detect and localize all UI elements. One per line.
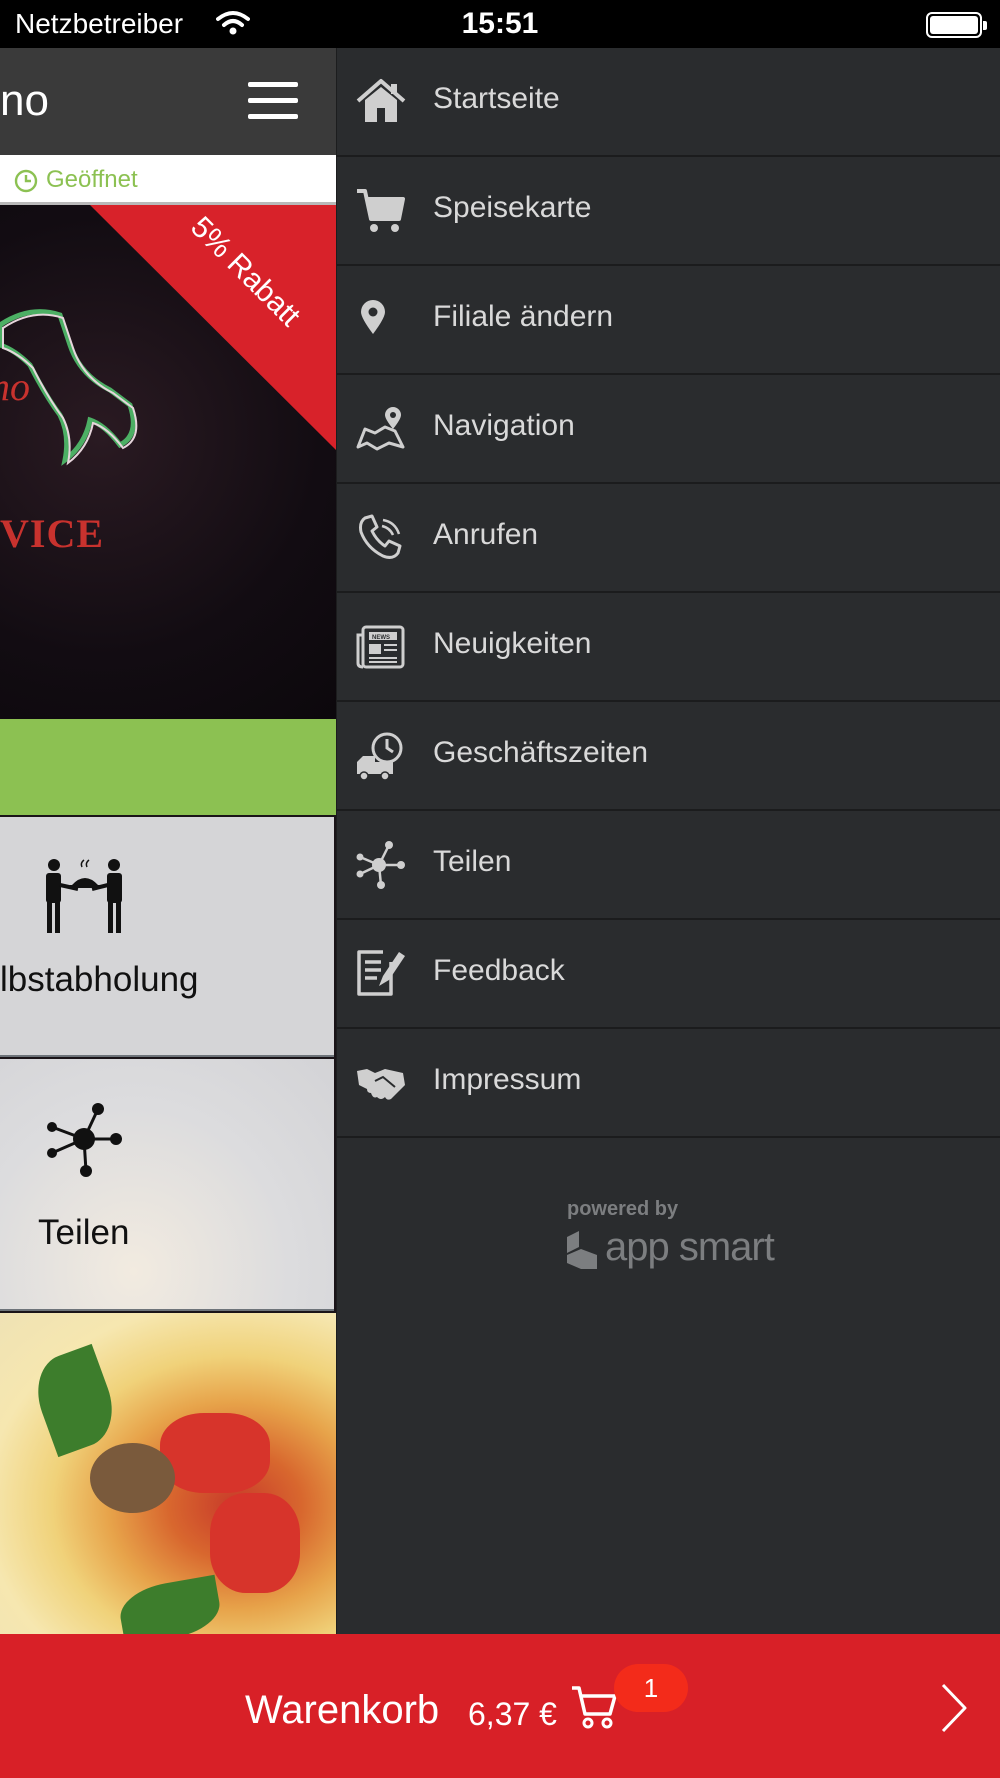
battery-icon xyxy=(926,12,987,38)
home-icon xyxy=(356,79,406,122)
main-content: no Geöffnet no VICE 5% Rabatt xyxy=(0,48,336,1634)
newspaper-icon: NEWS xyxy=(356,625,405,669)
app-smart-logo-icon xyxy=(567,1231,597,1269)
side-menu: Startseite Speisekarte Filiale ändern Na… xyxy=(336,48,1000,1634)
menu-item-filiale-aendern[interactable]: Filiale ändern xyxy=(337,266,1000,375)
menu-item-feedback[interactable]: Feedback xyxy=(337,920,1000,1029)
menu-label: Filiale ändern xyxy=(433,300,614,333)
app-title: no xyxy=(0,76,49,125)
cart-bar[interactable]: Warenkorb 6,37 € 1 xyxy=(0,1634,1000,1778)
feedback-icon xyxy=(357,950,405,996)
cart-count-badge: 1 xyxy=(614,1664,688,1712)
status-bar: Netzbetreiber 15:51 xyxy=(0,0,1000,48)
hero-banner: no VICE 5% Rabatt xyxy=(0,205,336,719)
location-pin-icon xyxy=(361,300,385,334)
open-status-bar: Geöffnet xyxy=(0,155,336,205)
pizza-image xyxy=(0,1313,336,1634)
menu-item-impressum[interactable]: Impressum xyxy=(337,1029,1000,1138)
handshake-icon xyxy=(357,1069,405,1100)
open-status-text: Geöffnet xyxy=(46,166,138,193)
share-tile[interactable]: Teilen xyxy=(0,1059,334,1311)
cart-icon xyxy=(357,189,405,232)
cart-label: Warenkorb xyxy=(245,1688,440,1732)
chevron-right-icon[interactable] xyxy=(940,1682,968,1734)
menu-label: Navigation xyxy=(433,409,575,442)
share-icon xyxy=(47,1103,122,1177)
cart-icon xyxy=(572,1686,617,1729)
svg-text:NEWS: NEWS xyxy=(372,635,390,641)
menu-item-speisekarte[interactable]: Speisekarte xyxy=(337,157,1000,266)
menu-label: Neuigkeiten xyxy=(433,627,592,660)
menu-item-startseite[interactable]: Startseite xyxy=(337,48,1000,157)
share-label: Teilen xyxy=(38,1213,130,1252)
menu-item-anrufen[interactable]: Anrufen xyxy=(337,484,1000,593)
menu-label: Teilen xyxy=(433,845,512,878)
logo-text: VICE xyxy=(0,511,105,556)
powered-by: powered by app smart xyxy=(565,1198,775,1279)
share-icon xyxy=(356,841,405,889)
waiter-pickup-icon xyxy=(46,859,122,933)
status-time: 15:51 xyxy=(461,7,539,40)
pickup-tile[interactable]: lbstabholung xyxy=(0,817,334,1057)
app-bar: no xyxy=(0,48,336,155)
menu-label: Anrufen xyxy=(433,518,539,551)
menu-item-teilen[interactable]: Teilen xyxy=(337,811,1000,920)
powered-by-text: powered by xyxy=(567,1198,679,1220)
brand-name: app smart xyxy=(605,1225,775,1269)
clock-icon xyxy=(14,169,38,193)
cart-total: 6,37 € xyxy=(468,1696,557,1732)
menu-label: Speisekarte xyxy=(433,191,592,224)
menu-label: Startseite xyxy=(433,82,560,115)
hamburger-menu-icon[interactable] xyxy=(248,82,298,120)
svg-text:no: no xyxy=(0,364,30,409)
map-icon xyxy=(356,407,405,451)
menu-item-neuigkeiten[interactable]: NEWS Neuigkeiten xyxy=(337,593,1000,702)
menu-item-geschaeftszeiten[interactable]: Geschäftszeiten xyxy=(337,702,1000,811)
phone-icon xyxy=(359,514,402,559)
delivery-clock-icon xyxy=(357,732,403,781)
action-bar[interactable] xyxy=(0,719,336,815)
menu-label: Feedback xyxy=(433,954,565,987)
menu-item-navigation[interactable]: Navigation xyxy=(337,375,1000,484)
menu-label: Impressum xyxy=(433,1063,582,1096)
brand-logo: app smart xyxy=(565,1223,775,1279)
menu-label: Geschäftszeiten xyxy=(433,736,649,769)
pickup-label: lbstabholung xyxy=(0,960,199,999)
